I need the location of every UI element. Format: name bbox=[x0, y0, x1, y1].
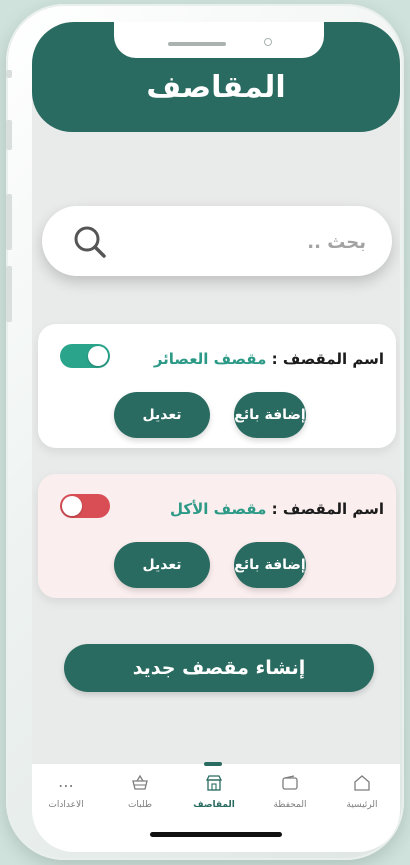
tab-wallet[interactable]: المحفظة bbox=[260, 774, 320, 810]
tab-settings[interactable]: ⋯ الاعدادات bbox=[36, 774, 96, 810]
canteen-name-row: اسم المقصف : مقصف الأكل bbox=[170, 500, 384, 518]
phone-frame: المقاصف اسم المقصف : مقصف العصائر إضافة … bbox=[6, 4, 404, 860]
tab-label: طلبات bbox=[127, 800, 153, 810]
edit-canteen-button[interactable]: تعديل bbox=[114, 542, 210, 588]
canteen-card: اسم المقصف : مقصف العصائر إضافة بائع تعد… bbox=[38, 324, 396, 448]
search-bar[interactable] bbox=[42, 206, 392, 278]
more-icon: ⋯ bbox=[58, 776, 74, 795]
canteen-name: مقصف العصائر bbox=[153, 350, 267, 368]
page-title: المقاصف bbox=[146, 70, 286, 105]
toggle-knob bbox=[88, 346, 108, 366]
front-camera bbox=[264, 38, 272, 46]
canteen-name-label: اسم المقصف : bbox=[271, 350, 384, 368]
tab-label: الاعدادات bbox=[48, 800, 84, 810]
canteen-card: اسم المقصف : مقصف الأكل إضافة بائع تعديل bbox=[38, 474, 396, 598]
canteen-name-label: اسم المقصف : bbox=[271, 500, 384, 518]
canteen-active-toggle[interactable] bbox=[60, 494, 110, 518]
canteen-active-toggle[interactable] bbox=[60, 344, 110, 368]
tab-label: الرئيسية bbox=[346, 800, 378, 810]
home-icon bbox=[332, 774, 392, 798]
create-canteen-button[interactable]: إنشاء مقصف جديد bbox=[64, 644, 374, 692]
phone-side-button bbox=[6, 194, 12, 250]
canteen-name-row: اسم المقصف : مقصف العصائر bbox=[154, 350, 384, 368]
wallet-icon bbox=[260, 774, 320, 798]
canteen-name: مقصف الأكل bbox=[170, 500, 267, 518]
speaker-grille bbox=[168, 42, 226, 46]
active-tab-indicator bbox=[204, 762, 222, 766]
search-input[interactable] bbox=[144, 206, 368, 278]
store-icon bbox=[184, 774, 244, 798]
tab-label: المحفظة bbox=[273, 800, 307, 810]
basket-icon bbox=[110, 774, 170, 798]
phone-notch bbox=[114, 22, 324, 58]
tab-canteens[interactable]: المقاصف bbox=[184, 774, 244, 810]
toggle-knob bbox=[62, 496, 82, 516]
tab-home[interactable]: الرئيسية bbox=[332, 774, 392, 810]
app-screen: المقاصف اسم المقصف : مقصف العصائر إضافة … bbox=[32, 22, 400, 852]
phone-side-button bbox=[6, 120, 12, 150]
search-icon[interactable] bbox=[70, 222, 110, 262]
add-seller-button[interactable]: إضافة بائع bbox=[234, 392, 306, 438]
add-seller-button[interactable]: إضافة بائع bbox=[234, 542, 306, 588]
phone-side-button bbox=[6, 70, 12, 78]
tab-orders[interactable]: طلبات bbox=[110, 774, 170, 810]
tab-label: المقاصف bbox=[193, 800, 235, 810]
bottom-tab-bar: الرئيسية المحفظة المقاصف طلبات ⋯ الاعداد… bbox=[32, 762, 400, 852]
phone-side-button bbox=[6, 266, 12, 322]
home-indicator bbox=[150, 832, 282, 837]
edit-canteen-button[interactable]: تعديل bbox=[114, 392, 210, 438]
